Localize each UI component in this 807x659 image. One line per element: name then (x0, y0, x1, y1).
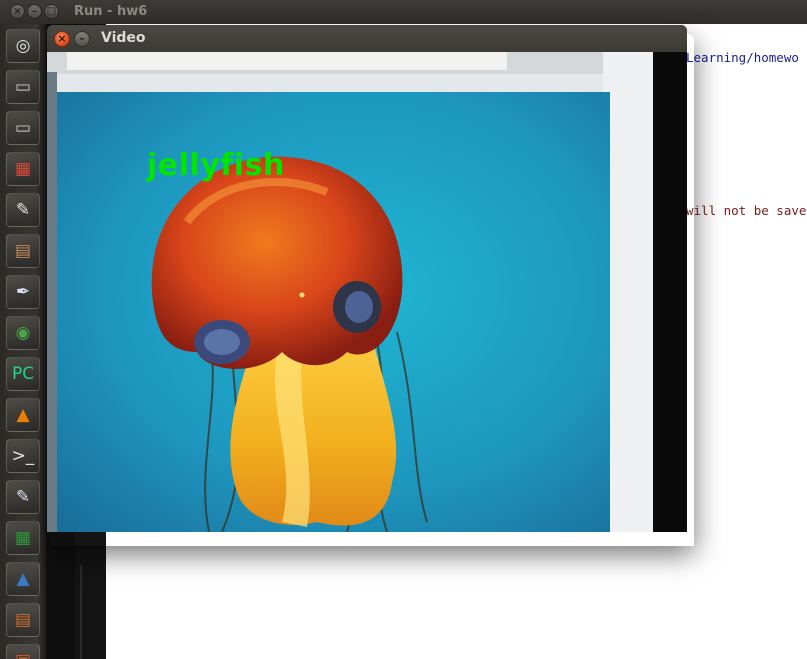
vlc-icon: ▲ (16, 404, 30, 425)
run-window-title: Run - hw6 (74, 4, 148, 19)
run-minimize-button[interactable]: – (27, 4, 42, 19)
file-archive-icon: ▤ (14, 240, 32, 261)
launcher-text-editor[interactable]: ✎ (6, 193, 40, 227)
inkscape-icon: ✒ (15, 281, 31, 302)
launcher-vlc[interactable]: ▲ (6, 398, 40, 432)
launcher-chrome[interactable]: ◉ (6, 316, 40, 350)
launcher-inkscape[interactable]: ✒ (6, 275, 40, 309)
launcher-file-archive[interactable]: ▤ (6, 234, 40, 268)
workspace-switcher-icon: ▦ (14, 158, 32, 179)
run-output-line-warning: will not be save (686, 203, 807, 218)
detection-label: jellyfish (147, 148, 285, 183)
launcher-disk-drive[interactable]: ▭ (6, 70, 40, 104)
libreoffice-draw-icon: ▲ (16, 568, 30, 589)
run-window-titlebar: × – □ Run - hw6 (0, 0, 807, 24)
libreoffice-impress-icon: ▤ (14, 609, 32, 630)
terminal-icon: >_ (11, 445, 35, 466)
webcam-frame: jellyfish (47, 52, 687, 532)
chrome-icon: ◉ (15, 322, 31, 343)
unity-launcher: ◎ ▭ ▭ ▦ ✎ ▤ ✒ ◉ PC ▲ >_ ✎ ▦ ▲ ▤ ▣ (0, 24, 47, 659)
disk-drive-icon: ▭ (14, 76, 32, 97)
video-minimize-button[interactable]: – (74, 31, 90, 47)
video-window-titlebar[interactable]: × – Video (47, 25, 687, 52)
disk-drive-2-icon: ▭ (14, 117, 32, 138)
launcher-libreoffice-calc[interactable]: ▦ (6, 521, 40, 555)
launcher-software-center[interactable]: ▣ (6, 644, 40, 659)
launcher-libreoffice-draw[interactable]: ▲ (6, 562, 40, 596)
video-window-title: Video (101, 30, 146, 46)
run-close-button[interactable]: × (10, 4, 25, 19)
video-close-button[interactable]: × (54, 31, 70, 47)
launcher-disk-drive-2[interactable]: ▭ (6, 111, 40, 145)
jellyfish-poster-image (47, 52, 687, 532)
libreoffice-calc-icon: ▦ (14, 527, 32, 548)
launcher-terminal[interactable]: >_ (6, 439, 40, 473)
text-editor-icon: ✎ (15, 199, 31, 220)
dash-home-icon: ◎ (15, 35, 31, 56)
launcher-pycharm[interactable]: PC (6, 357, 40, 391)
launcher-workspace-switcher[interactable]: ▦ (6, 152, 40, 186)
launcher-libreoffice-impress[interactable]: ▤ (6, 603, 40, 637)
software-center-icon: ▣ (15, 652, 31, 659)
video-window[interactable]: × – Video jellyfish (47, 25, 687, 532)
launcher-libreoffice-writer[interactable]: ✎ (6, 480, 40, 514)
libreoffice-writer-icon: ✎ (15, 486, 31, 507)
run-output-line-path: Learning/homewo (686, 50, 799, 65)
launcher-dash-home[interactable]: ◎ (6, 29, 40, 63)
run-maximize-button[interactable]: □ (44, 4, 59, 19)
run-gutter-divider (80, 565, 82, 659)
pycharm-icon: PC (11, 363, 35, 384)
